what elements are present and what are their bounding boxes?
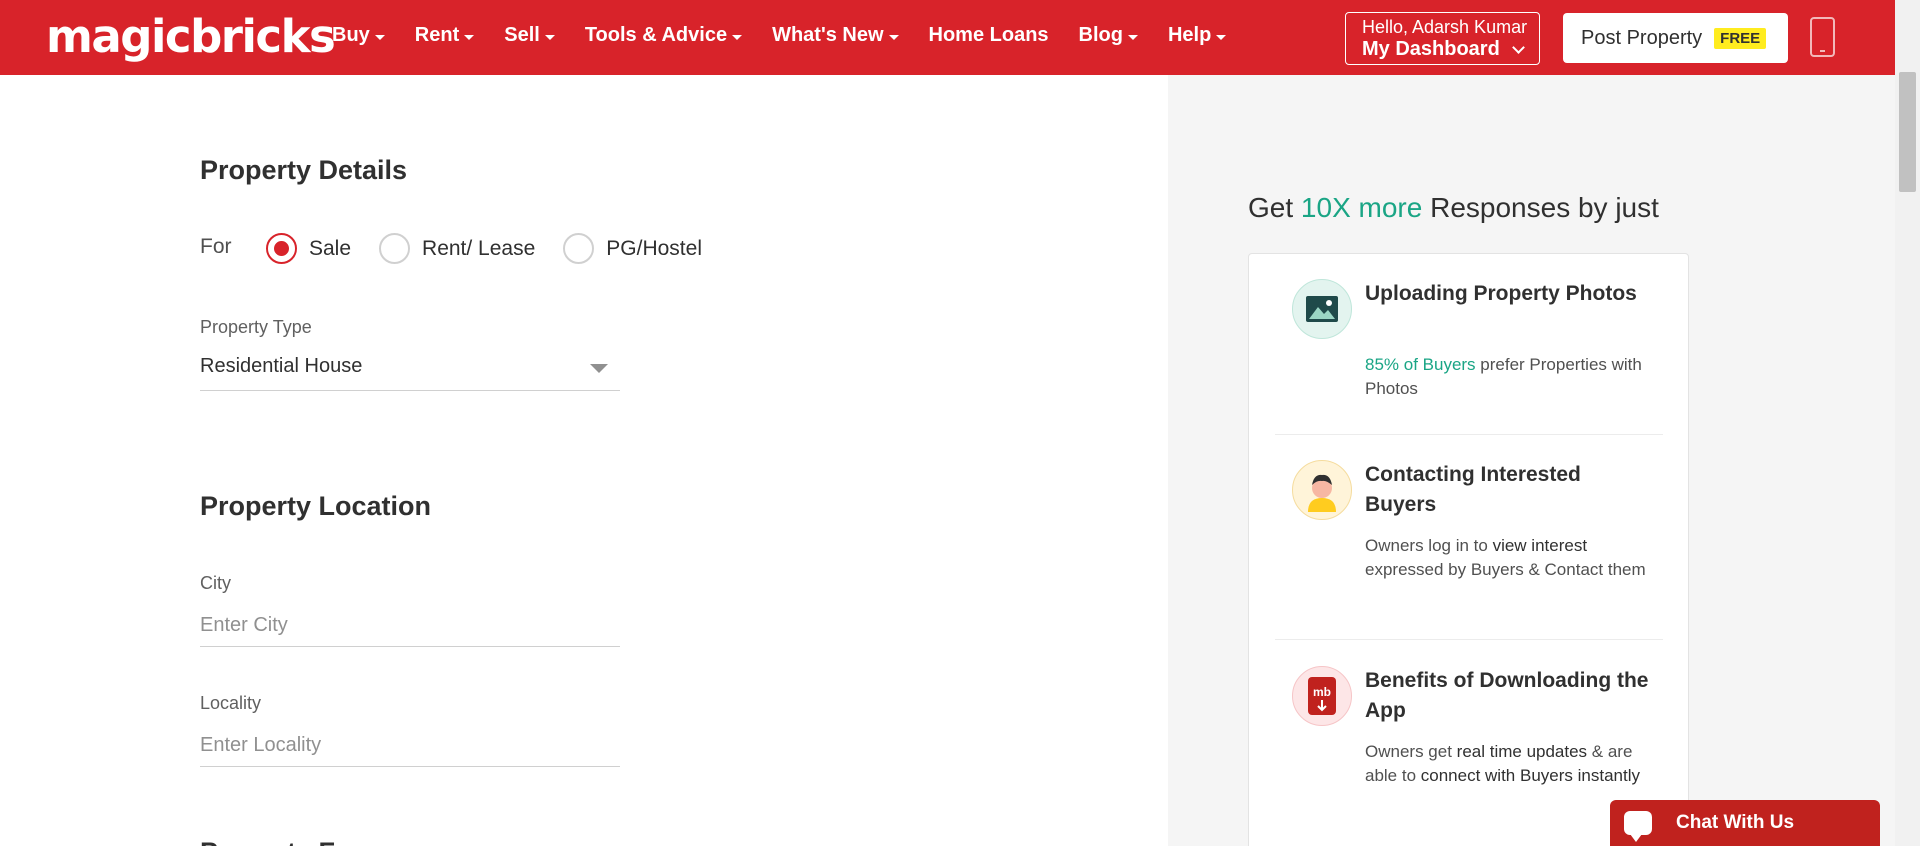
locality-input[interactable] [200,725,620,766]
radio-rent-lease[interactable] [379,233,411,264]
page-scrollbar[interactable] [1895,0,1920,846]
radio-option-rent-lease[interactable]: Rent/ Lease [379,233,535,264]
for-label: For [200,235,232,258]
nav-sell-label: Sell [504,24,540,46]
property-details-title: Property Details [200,155,408,185]
benefits-card: Uploading Property Photos 85% of Buyers … [1248,253,1689,846]
property-type-value: Residential House [200,355,363,377]
for-radio-group: Sale Rent/ Lease PG/Hostel [266,233,730,264]
radio-option-pg-hostel[interactable]: PG/Hostel [563,233,702,264]
top-header: magicbricks Buy Rent Sell Tools & Advice… [0,0,1895,75]
nav-rent-label: Rent [414,24,460,46]
desc-part: Owners get [1365,742,1457,761]
benefits-heading: Get 10X more Responses by just [1248,192,1659,224]
nav-tools-advice[interactable]: Tools & Advice [584,24,743,47]
radio-pg-hostel-label: PG/Hostel [606,236,702,260]
caret-down-icon [888,35,899,40]
caret-down-icon [544,35,555,40]
caret-down-icon [1127,35,1138,40]
magicbricks-logo[interactable]: magicbricks [46,10,336,63]
desc-part: connect with Buyers instantly [1420,766,1640,785]
nav-blog[interactable]: Blog [1079,24,1138,47]
desc-part: expressed by Buyers & Contact them [1365,560,1646,579]
user-greeting: Hello, Adarsh Kumar [1362,17,1528,37]
caret-down-icon [732,35,743,40]
desc-part: real time updates [1456,742,1588,761]
chat-bubble-icon [1624,811,1652,842]
main-nav: Buy Rent Sell Tools & Advice What's New … [332,24,1256,47]
post-property-button[interactable]: Post Property FREE [1563,13,1788,63]
dashboard-label-wrap: My Dashboard [1362,38,1539,61]
property-type-label: Property Type [200,317,312,337]
benefit-desc: Owners log in to view interest expressed… [1365,534,1655,582]
benefit-title: Uploading Property Photos [1365,282,1637,305]
nav-help-label: Help [1167,24,1212,46]
desc-part: 85% of Buyers [1365,355,1476,374]
nav-buy-label: Buy [332,24,370,46]
nav-blog-label: Blog [1078,24,1123,46]
post-property-label: Post Property [1581,26,1703,49]
svg-text:mb: mb [1313,685,1331,699]
divider [1275,639,1663,640]
nav-home-loans[interactable]: Home Loans [929,24,1049,47]
chevron-down-icon [1511,41,1525,54]
scrollbar-thumb[interactable] [1899,72,1916,192]
nav-whats-new-label: What's New [772,24,884,46]
benefit-desc: 85% of Buyers prefer Properties with Pho… [1365,353,1655,401]
nav-tools-label: Tools & Advice [584,24,728,46]
radio-option-sale[interactable]: Sale [266,233,351,264]
divider [1275,434,1663,435]
post-property-form: Property Details For Sale Rent/ Lease PG… [0,75,1168,846]
nav-help[interactable]: Help [1167,24,1227,47]
heading-post: Responses by just [1422,192,1659,223]
city-input[interactable] [200,605,620,646]
benefit-title: Contacting Interested Buyers [1365,463,1581,516]
mobile-app-icon[interactable] [1810,17,1835,57]
free-badge: FREE [1714,27,1767,49]
radio-rent-lease-label: Rent/ Lease [422,236,536,260]
benefit-desc: Owners get real time updates & are able … [1365,740,1655,788]
photo-icon [1292,279,1352,339]
property-location-title: Property Location [200,491,432,521]
locality-field-wrap [200,725,620,767]
my-dashboard-button[interactable]: Hello, Adarsh Kumar My Dashboard [1345,12,1540,65]
nav-whats-new[interactable]: What's New [772,24,899,47]
radio-sale[interactable] [266,233,297,264]
caret-down-icon [464,35,475,40]
next-section-title: Property F [200,837,335,846]
city-label: City [200,573,231,593]
desc-part: view interest [1492,536,1588,555]
nav-rent[interactable]: Rent [414,24,475,47]
property-type-select[interactable]: Residential House [200,349,620,391]
benefits-panel: Get 10X more Responses by just Uploading… [1168,75,1895,846]
caret-down-icon [374,35,385,40]
buyer-avatar-icon [1292,460,1352,520]
heading-pre: Get [1248,192,1301,223]
app-download-icon: mb [1292,666,1352,726]
dropdown-arrow-icon [590,364,608,373]
benefit-title: Benefits of Downloading the App [1365,669,1649,722]
desc-part: Owners log in to [1365,536,1493,555]
nav-home-loans-label: Home Loans [928,24,1049,46]
nav-buy[interactable]: Buy [332,24,385,47]
nav-sell[interactable]: Sell [504,24,555,47]
radio-pg-hostel[interactable] [563,233,595,264]
radio-sale-label: Sale [309,236,352,260]
dashboard-label: My Dashboard [1362,38,1500,60]
heading-highlight: 10X more [1300,192,1423,223]
city-field-wrap [200,605,620,647]
caret-down-icon [1216,35,1227,40]
chat-label: Chat With Us [1676,812,1795,833]
locality-label: Locality [200,693,262,713]
chat-with-us-button[interactable]: Chat With Us [1610,800,1880,846]
